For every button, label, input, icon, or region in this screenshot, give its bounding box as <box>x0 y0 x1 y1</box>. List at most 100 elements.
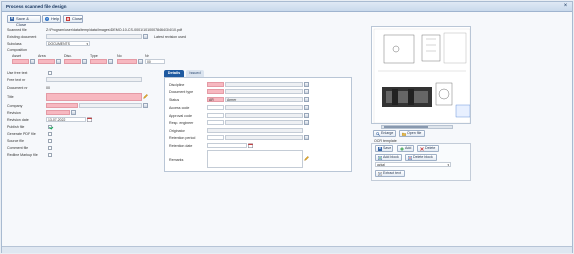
document-type-name-input[interactable] <box>225 89 303 94</box>
magnifier-icon <box>375 132 380 136</box>
existing-document-input[interactable] <box>46 34 142 39</box>
resp-engineer-label: Resp. engineer <box>169 121 194 125</box>
plus-icon <box>399 147 404 151</box>
retention-period-name-input[interactable] <box>225 135 303 140</box>
company-input[interactable] <box>46 103 78 108</box>
source-file-checkbox[interactable] <box>48 139 52 143</box>
composition-area-lookup[interactable] <box>56 59 61 64</box>
publish-file-label: Publish file <box>7 125 25 129</box>
comment-file-checkbox[interactable] <box>48 146 52 150</box>
composition-col-type: Type <box>90 54 98 58</box>
access-code-input[interactable] <box>207 105 224 110</box>
composition-asset-lookup[interactable] <box>30 59 35 64</box>
revision-date-label: Revision date <box>7 118 29 122</box>
tab-bar: Details Issued <box>164 70 352 77</box>
tab-issued[interactable]: Issued <box>186 70 204 77</box>
generate-pdf-label: Generate PDF file <box>7 132 36 136</box>
publish-file-checkbox[interactable] <box>48 125 52 129</box>
remarks-textarea[interactable] <box>207 150 303 168</box>
close-red-icon <box>66 17 70 21</box>
subclass-label: Subclass <box>7 42 22 46</box>
pencil-icon[interactable] <box>304 156 309 161</box>
discipline-lookup-button[interactable] <box>304 82 309 87</box>
extract-text-button[interactable]: Extract text <box>375 170 405 177</box>
save-icon <box>10 17 14 21</box>
discipline-name-input[interactable] <box>225 82 303 87</box>
composition-disc-lookup[interactable] <box>82 59 87 64</box>
composition-no-lookup[interactable] <box>138 59 143 64</box>
composition-no-input[interactable] <box>117 59 137 64</box>
close-icon[interactable]: × <box>562 3 569 10</box>
open-file-button[interactable]: Open file <box>399 130 425 137</box>
approval-code-lookup-button[interactable] <box>304 113 309 118</box>
preview-horizontal-scrollbar[interactable] <box>381 125 453 129</box>
revision-lookup-button[interactable] <box>71 110 76 115</box>
folder-icon <box>401 132 406 136</box>
retention-period-input[interactable] <box>207 135 224 140</box>
approval-code-name-input[interactable] <box>225 113 303 118</box>
access-code-name-input[interactable] <box>225 105 303 110</box>
status-lookup-button[interactable] <box>304 97 309 102</box>
composition-type-input[interactable] <box>90 59 107 64</box>
pencil-icon[interactable] <box>143 94 148 99</box>
document-type-lookup-button[interactable] <box>304 89 309 94</box>
help-icon: ? <box>45 17 49 21</box>
composition-type-lookup[interactable] <box>108 59 113 64</box>
status-code-input[interactable]: AR <box>207 97 224 102</box>
composition-disc-input[interactable] <box>64 59 81 64</box>
ocr-template-select[interactable]: azkal ▾ <box>375 162 451 167</box>
calendar-icon[interactable] <box>87 117 92 122</box>
delete-block-button[interactable]: Delete block <box>405 154 437 161</box>
free-text-nr-input[interactable] <box>46 77 142 82</box>
company-name-input[interactable] <box>79 103 142 108</box>
composition-area-input[interactable] <box>38 59 55 64</box>
subclass-select[interactable]: DOCUMENTS ▾ <box>46 41 90 46</box>
ocr-save-button[interactable]: Save <box>375 145 393 152</box>
help-button[interactable]: ? Help <box>42 15 61 23</box>
ocr-add-button[interactable]: Add <box>397 145 414 152</box>
drawing-thumbnail <box>373 28 470 123</box>
access-code-lookup-button[interactable] <box>304 105 309 110</box>
revision-label: Revision <box>7 111 21 115</box>
generate-pdf-checkbox[interactable] <box>48 132 52 136</box>
composition-col-asset: Asset <box>12 54 21 58</box>
retention-date-input[interactable] <box>207 143 247 148</box>
resp-engineer-name-input[interactable] <box>225 120 303 125</box>
scrollbar-thumb[interactable] <box>384 126 428 128</box>
save-icon <box>377 147 382 151</box>
existing-document-lookup-button[interactable] <box>143 34 148 39</box>
approval-code-input[interactable] <box>207 113 224 118</box>
company-label: Company <box>7 104 23 108</box>
retention-period-lookup-button[interactable] <box>304 135 309 140</box>
discipline-code-input[interactable] <box>207 82 224 87</box>
composition-label: Composition <box>7 48 27 52</box>
resp-engineer-input[interactable] <box>207 120 224 125</box>
document-preview[interactable] <box>371 26 471 124</box>
add-block-button[interactable]: Add block <box>375 154 402 161</box>
redline-markup-checkbox[interactable] <box>48 153 52 157</box>
document-type-code-input[interactable] <box>207 89 224 94</box>
resp-engineer-lookup-button[interactable] <box>304 120 309 125</box>
title-label: Title <box>7 95 14 99</box>
tab-details[interactable]: Details <box>164 70 184 77</box>
revision-input[interactable] <box>46 110 70 115</box>
company-lookup-button[interactable] <box>143 103 148 108</box>
composition-col-no: No <box>117 54 122 58</box>
add-block-icon <box>377 156 382 160</box>
enlarge-button[interactable]: Enlarge <box>373 130 396 137</box>
use-free-text-checkbox[interactable] <box>48 71 52 75</box>
close-button[interactable]: Close <box>63 15 83 23</box>
originator-input[interactable] <box>207 128 303 133</box>
revision-date-input[interactable]: 13-07-2022 <box>46 117 86 122</box>
composition-nr-input[interactable]: 00 <box>145 59 165 64</box>
remarks-label: Remarks <box>169 158 184 162</box>
document-nr-value: 00 <box>46 86 50 90</box>
ocr-delete-button[interactable]: Delete <box>417 145 439 152</box>
delete-icon <box>419 147 424 151</box>
title-bar: Process scanned file design × <box>2 2 572 12</box>
status-name-input[interactable]: Armer <box>225 97 303 102</box>
composition-asset-input[interactable] <box>12 59 29 64</box>
title-input[interactable] <box>46 93 142 101</box>
save-close-button[interactable]: Save & Close <box>7 15 41 27</box>
calendar-icon[interactable] <box>248 143 253 148</box>
